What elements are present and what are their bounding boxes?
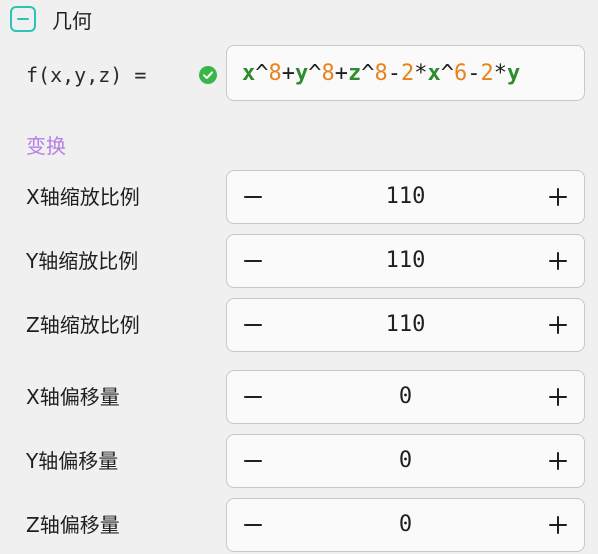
collapse-button[interactable] bbox=[10, 6, 36, 32]
value-stepper bbox=[226, 170, 585, 224]
stepper-value-input[interactable] bbox=[287, 171, 524, 223]
plus-icon-vertical bbox=[557, 388, 559, 406]
expression-token: * bbox=[493, 61, 507, 86]
transform-row-label: X轴缩放比例 bbox=[26, 185, 140, 209]
expression-token: y bbox=[295, 61, 309, 86]
expression-token: x bbox=[427, 61, 441, 86]
decrement-button[interactable] bbox=[227, 371, 279, 423]
value-stepper bbox=[226, 298, 585, 352]
check-circle-icon bbox=[199, 66, 217, 84]
plus-icon-vertical bbox=[557, 316, 559, 334]
decrement-button[interactable] bbox=[227, 235, 279, 287]
expression-token: ^ bbox=[255, 61, 269, 86]
expression-token: + bbox=[334, 61, 348, 86]
expression-token: 6 bbox=[454, 61, 468, 86]
expression-token: 2 bbox=[401, 61, 415, 86]
function-label: f(x,y,z) = bbox=[26, 63, 147, 87]
expression-token: * bbox=[414, 61, 428, 86]
decrement-button[interactable] bbox=[227, 299, 279, 351]
minus-icon bbox=[244, 324, 262, 326]
geometry-section-header: 几何 bbox=[10, 4, 92, 34]
decrement-button[interactable] bbox=[227, 435, 279, 487]
expression-token: + bbox=[281, 61, 295, 86]
section-title: 几何 bbox=[52, 8, 92, 33]
stepper-value-input[interactable] bbox=[287, 435, 524, 487]
transform-section-title: 变换 bbox=[26, 134, 66, 158]
expression-token: - bbox=[467, 61, 481, 86]
stepper-value-input[interactable] bbox=[287, 371, 524, 423]
plus-icon-vertical bbox=[557, 516, 559, 534]
value-stepper bbox=[226, 234, 585, 288]
increment-button[interactable] bbox=[532, 371, 584, 423]
minus-icon bbox=[244, 196, 262, 198]
minus-icon bbox=[17, 18, 29, 20]
minus-icon bbox=[244, 260, 262, 262]
expression-token: y bbox=[507, 61, 521, 86]
plus-icon-vertical bbox=[557, 188, 559, 206]
increment-button[interactable] bbox=[532, 499, 584, 551]
expression-token: 2 bbox=[480, 61, 494, 86]
value-stepper bbox=[226, 434, 585, 488]
plus-icon-vertical bbox=[557, 452, 559, 470]
expression-token: ^ bbox=[440, 61, 454, 86]
transform-row-label: Y轴缩放比例 bbox=[26, 249, 139, 273]
minus-icon bbox=[244, 396, 262, 398]
stepper-value-input[interactable] bbox=[287, 299, 524, 351]
increment-button[interactable] bbox=[532, 299, 584, 351]
stepper-value-input[interactable] bbox=[287, 235, 524, 287]
stepper-value-input[interactable] bbox=[287, 499, 524, 551]
expression-token: 8 bbox=[321, 61, 335, 86]
transform-row-label: Z轴偏移量 bbox=[26, 513, 120, 537]
transform-row-label: Z轴缩放比例 bbox=[26, 313, 140, 337]
expression-token: 8 bbox=[374, 61, 388, 86]
increment-button[interactable] bbox=[532, 171, 584, 223]
increment-button[interactable] bbox=[532, 435, 584, 487]
value-stepper bbox=[226, 370, 585, 424]
plus-icon-vertical bbox=[557, 252, 559, 270]
expression-token: - bbox=[387, 61, 401, 86]
expression-token: ^ bbox=[361, 61, 375, 86]
increment-button[interactable] bbox=[532, 235, 584, 287]
expression-token: z bbox=[348, 61, 362, 86]
expression-token: x bbox=[242, 61, 256, 86]
minus-icon bbox=[244, 524, 262, 526]
transform-row-label: Y轴偏移量 bbox=[26, 449, 119, 473]
expression-text: x^8+y^8+z^8-2*x^6-2*y bbox=[242, 60, 520, 88]
decrement-button[interactable] bbox=[227, 171, 279, 223]
expression-token: ^ bbox=[308, 61, 322, 86]
transform-row-label: X轴偏移量 bbox=[26, 385, 120, 409]
minus-icon bbox=[244, 460, 262, 462]
decrement-button[interactable] bbox=[227, 499, 279, 551]
expression-input[interactable]: x^8+y^8+z^8-2*x^6-2*y bbox=[226, 45, 585, 101]
value-stepper bbox=[226, 498, 585, 552]
expression-token: 8 bbox=[268, 61, 282, 86]
